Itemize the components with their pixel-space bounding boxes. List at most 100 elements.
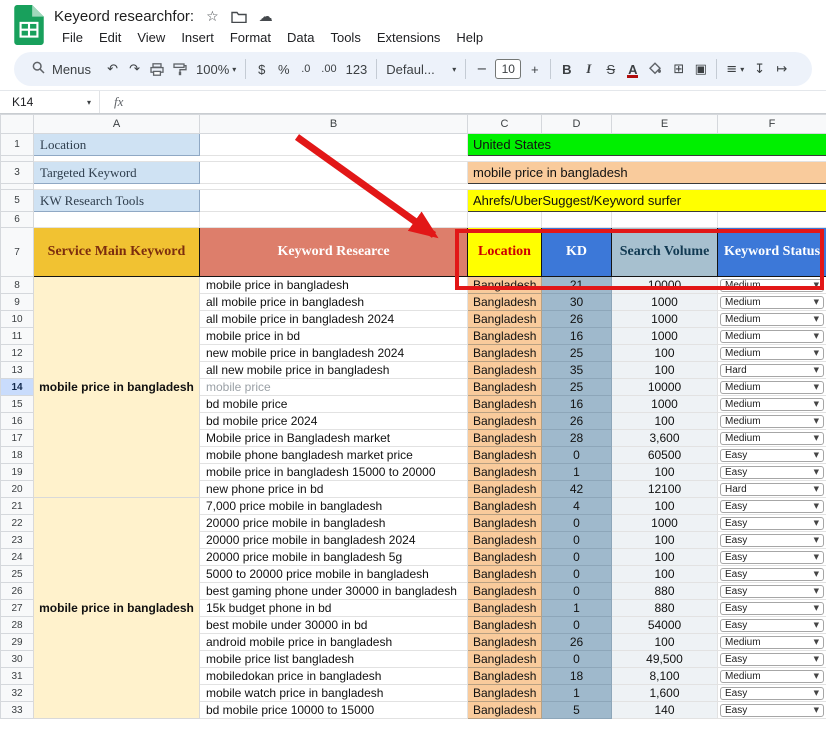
row-header-28[interactable]: 28 (1, 617, 34, 634)
cell-f6[interactable] (718, 212, 826, 228)
cell-b26-keyword[interactable]: best gaming phone under 30000 in banglad… (200, 583, 468, 600)
row-header-24[interactable]: 24 (1, 549, 34, 566)
cell-a6[interactable] (34, 212, 200, 228)
cell-b29-keyword[interactable]: android mobile price in bangladesh (200, 634, 468, 651)
text-wrap-button[interactable]: ↦ (771, 57, 792, 81)
status-dropdown[interactable]: Medium▼ (720, 330, 824, 343)
cell-e8-volume[interactable]: 10000 (612, 277, 718, 294)
cell-b25-keyword[interactable]: 5000 to 20000 price mobile in bangladesh (200, 566, 468, 583)
cell-e9-volume[interactable]: 1000 (612, 294, 718, 311)
row-header-19[interactable]: 19 (1, 464, 34, 481)
cell-a3-label[interactable]: Targeted Keyword (34, 162, 200, 184)
cell-d19-kd[interactable]: 1 (542, 464, 612, 481)
menu-tools[interactable]: Tools (322, 29, 368, 46)
cell-b32-keyword[interactable]: mobile watch price in bangladesh (200, 685, 468, 702)
font-select[interactable]: Defaul... ▾ (382, 57, 460, 81)
cell-c27-location[interactable]: Bangladesh (468, 600, 542, 617)
cell-a5-label[interactable]: KW Research Tools (34, 190, 200, 212)
cell-a1-label[interactable]: Location (34, 134, 200, 156)
row-header-30[interactable]: 30 (1, 651, 34, 668)
menu-file[interactable]: File (54, 29, 91, 46)
cell-e31-volume[interactable]: 8,100 (612, 668, 718, 685)
name-box[interactable]: K14 ▾ (0, 91, 100, 113)
number-format-button[interactable]: 123 (342, 57, 372, 81)
status-dropdown[interactable]: Hard▼ (720, 364, 824, 377)
move-folder-icon[interactable] (231, 10, 247, 23)
cell-e20-volume[interactable]: 12100 (612, 481, 718, 498)
merged-cell-a21-a33[interactable]: mobile price in bangladesh (34, 498, 200, 719)
cell-d26-kd[interactable]: 0 (542, 583, 612, 600)
column-header-a[interactable]: A (34, 115, 200, 134)
cell-d30-kd[interactable]: 0 (542, 651, 612, 668)
row-header-15[interactable]: 15 (1, 396, 34, 413)
status-dropdown[interactable]: Easy▼ (720, 704, 824, 717)
header-service-main-keyword[interactable]: Service Main Keyword (34, 228, 200, 277)
cell-b3[interactable] (200, 162, 468, 184)
cell-e13-volume[interactable]: 100 (612, 362, 718, 379)
status-dropdown[interactable]: Medium▼ (720, 670, 824, 683)
row-header-1[interactable]: 1 (1, 134, 34, 156)
row-header-16[interactable]: 16 (1, 413, 34, 430)
cell-e6[interactable] (612, 212, 718, 228)
cell-d33-kd[interactable]: 5 (542, 702, 612, 719)
status-dropdown[interactable]: Easy▼ (720, 585, 824, 598)
cell-b23-keyword[interactable]: 20000 price mobile in bangladesh 2024 (200, 532, 468, 549)
redo-button[interactable]: ↷ (124, 57, 145, 81)
cell-c10-location[interactable]: Bangladesh (468, 311, 542, 328)
sheets-logo-icon[interactable] (14, 5, 44, 45)
cell-d24-kd[interactable]: 0 (542, 549, 612, 566)
row-header-11[interactable]: 11 (1, 328, 34, 345)
cell-c15-location[interactable]: Bangladesh (468, 396, 542, 413)
cell-c33-location[interactable]: Bangladesh (468, 702, 542, 719)
cell-e28-volume[interactable]: 54000 (612, 617, 718, 634)
column-header-b[interactable]: B (200, 115, 468, 134)
italic-button[interactable]: I (578, 57, 599, 81)
merge-cells-button[interactable]: ▣ (690, 57, 711, 81)
cell-d12-kd[interactable]: 25 (542, 345, 612, 362)
status-dropdown[interactable]: Easy▼ (720, 500, 824, 513)
cell-c31-location[interactable]: Bangladesh (468, 668, 542, 685)
cell-d23-kd[interactable]: 0 (542, 532, 612, 549)
row-header-5[interactable]: 5 (1, 190, 34, 212)
cell-b27-keyword[interactable]: 15k budget phone in bd (200, 600, 468, 617)
merged-cell-a8-a20[interactable]: mobile price in bangladesh (34, 277, 200, 498)
cell-c28-location[interactable]: Bangladesh (468, 617, 542, 634)
cell-e33-volume[interactable]: 140 (612, 702, 718, 719)
cell-d21-kd[interactable]: 4 (542, 498, 612, 515)
cell-e22-volume[interactable]: 1000 (612, 515, 718, 532)
cell-e18-volume[interactable]: 60500 (612, 447, 718, 464)
cell-c25-location[interactable]: Bangladesh (468, 566, 542, 583)
cell-c16-location[interactable]: Bangladesh (468, 413, 542, 430)
cell-e21-volume[interactable]: 100 (612, 498, 718, 515)
status-dropdown[interactable]: Medium▼ (720, 347, 824, 360)
cell-d16-kd[interactable]: 26 (542, 413, 612, 430)
cell-e12-volume[interactable]: 100 (612, 345, 718, 362)
row-header-10[interactable]: 10 (1, 311, 34, 328)
increase-decimal-button[interactable]: .00 (317, 57, 340, 81)
cell-e25-volume[interactable]: 100 (612, 566, 718, 583)
cell-b5[interactable] (200, 190, 468, 212)
column-header-f[interactable]: F (718, 115, 826, 134)
status-dropdown[interactable]: Medium▼ (720, 636, 824, 649)
status-dropdown[interactable]: Hard▼ (720, 483, 824, 496)
status-dropdown[interactable]: Easy▼ (720, 534, 824, 547)
cell-b20-keyword[interactable]: new phone price in bd (200, 481, 468, 498)
cell-d11-kd[interactable]: 16 (542, 328, 612, 345)
cell-d6[interactable] (542, 212, 612, 228)
status-dropdown[interactable]: Easy▼ (720, 517, 824, 530)
cell-d9-kd[interactable]: 30 (542, 294, 612, 311)
row-header-27[interactable]: 27 (1, 600, 34, 617)
cell-e26-volume[interactable]: 880 (612, 583, 718, 600)
status-dropdown[interactable]: Easy▼ (720, 568, 824, 581)
status-dropdown[interactable]: Easy▼ (720, 687, 824, 700)
cell-d29-kd[interactable]: 26 (542, 634, 612, 651)
paint-format-button[interactable] (169, 57, 191, 81)
header-keyword-researce[interactable]: Keyword Researce (200, 228, 468, 277)
cell-c30-location[interactable]: Bangladesh (468, 651, 542, 668)
row-header-25[interactable]: 25 (1, 566, 34, 583)
cell-d28-kd[interactable]: 0 (542, 617, 612, 634)
increase-font-size-button[interactable]: + (524, 57, 545, 81)
menu-insert[interactable]: Insert (173, 29, 222, 46)
row-header-33[interactable]: 33 (1, 702, 34, 719)
zoom-select[interactable]: 100% ▾ (192, 57, 240, 81)
